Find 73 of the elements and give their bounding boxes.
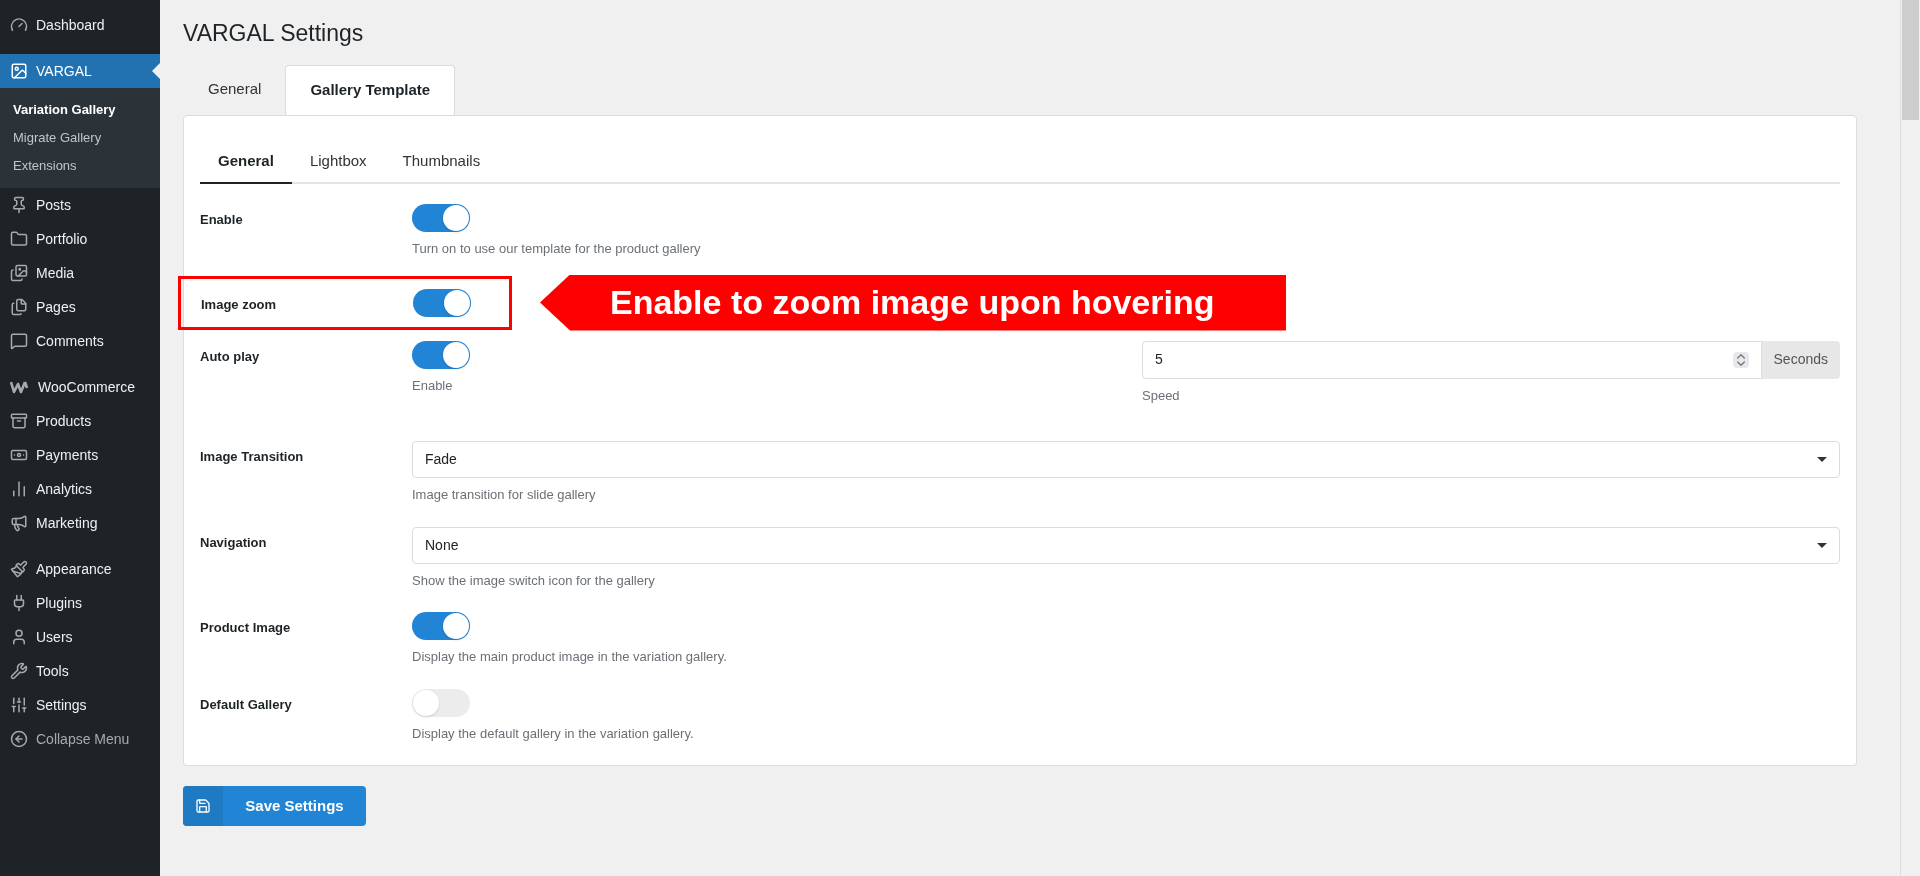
page-title: VARGAL Settings xyxy=(183,19,365,48)
save-button[interactable]: Save Settings xyxy=(183,786,366,826)
sliders-icon xyxy=(10,696,28,714)
sidebar-item[interactable]: Portfolio xyxy=(0,222,160,256)
submenu-item[interactable]: Migrate Gallery xyxy=(0,124,160,152)
setting-label: Default Gallery xyxy=(200,695,293,714)
dropdown-caret-icon xyxy=(1817,457,1827,462)
callout-text: Enable to zoom image upon hovering xyxy=(610,282,1215,323)
sidebar-item[interactable]: Appearance xyxy=(0,552,160,586)
archive-icon xyxy=(10,412,28,430)
dashboard-icon xyxy=(10,16,28,34)
setting-label: Image zoom xyxy=(201,295,278,314)
help-text: Turn on to use our template for the product gallery xyxy=(412,240,702,258)
pin-icon xyxy=(10,196,28,214)
bar-chart-icon xyxy=(10,480,28,498)
sidebar-item[interactable]: Users xyxy=(0,620,160,654)
image-icon xyxy=(10,62,28,80)
submenu-item[interactable]: Variation Gallery xyxy=(0,96,160,124)
select-field[interactable]: None xyxy=(412,526,1840,564)
number-input[interactable]: 5 xyxy=(1142,340,1762,379)
help-text: Display the main product image in the variation gallery. xyxy=(412,648,728,666)
sidebar-item[interactable]: Media xyxy=(0,256,160,290)
dropdown-caret-icon xyxy=(1817,542,1827,548)
subtab[interactable]: Lightbox xyxy=(291,149,385,184)
sidebar-item[interactable]: Marketing xyxy=(0,506,160,540)
sidebar-item[interactable]: Settings xyxy=(0,688,160,722)
toggle-switch[interactable] xyxy=(412,688,470,717)
subtab[interactable]: General xyxy=(200,149,292,184)
megaphone-icon xyxy=(10,514,28,532)
setting-label: Image Transition xyxy=(200,448,305,466)
tab[interactable]: Gallery Template xyxy=(285,64,456,115)
toggle-switch[interactable] xyxy=(412,340,470,369)
setting-label: Enable xyxy=(200,211,244,229)
unit-label: Seconds xyxy=(1761,340,1840,379)
toggle-switch[interactable] xyxy=(412,204,470,232)
pages-icon xyxy=(10,298,28,316)
brush-icon xyxy=(10,560,28,578)
comment-icon xyxy=(10,332,28,350)
toggle-switch[interactable] xyxy=(413,288,471,317)
sidebar-item[interactable]: VARGAL xyxy=(0,54,160,88)
setting-label: Auto play xyxy=(200,347,261,366)
folder-icon xyxy=(10,230,28,248)
sidebar-item[interactable]: Collapse Menu xyxy=(0,722,160,756)
user-icon xyxy=(10,628,28,646)
submenu-item[interactable]: Extensions xyxy=(0,152,160,180)
wrench-icon xyxy=(10,662,28,680)
logo-icon xyxy=(10,380,30,394)
sidebar-item[interactable]: Products xyxy=(0,404,160,438)
sidebar-item[interactable]: Plugins xyxy=(0,586,160,620)
spinner-icon xyxy=(1732,351,1749,368)
sidebar-item[interactable]: Comments xyxy=(0,324,160,358)
select-field[interactable]: Fade xyxy=(412,441,1840,478)
sidebar-item[interactable]: Posts xyxy=(0,188,160,222)
help-text: Speed xyxy=(1142,386,1181,405)
media-icon xyxy=(10,264,28,282)
help-text: Display the default gallery in the variation gallery. xyxy=(412,724,695,743)
help-text: Image transition for slide gallery xyxy=(412,486,597,504)
sidebar-item[interactable]: Tools xyxy=(0,654,160,688)
current-pointer-icon xyxy=(152,63,160,79)
save-icon xyxy=(195,798,211,814)
sidebar-item[interactable]: Dashboard xyxy=(0,8,160,42)
subtab[interactable]: Thumbnails xyxy=(384,149,499,184)
sidebar-item[interactable]: Pages xyxy=(0,290,160,324)
setting-label: Product Image xyxy=(200,619,292,637)
tab[interactable]: General xyxy=(184,64,286,115)
collapse-icon xyxy=(10,730,28,748)
setting-label: Navigation xyxy=(200,533,268,552)
sidebar-item[interactable]: Payments xyxy=(0,438,160,472)
help-text: Enable xyxy=(412,376,454,395)
toggle-switch[interactable] xyxy=(412,612,470,640)
sidebar-item[interactable]: WooCommerce xyxy=(0,370,160,404)
sidebar-item[interactable]: Analytics xyxy=(0,472,160,506)
help-text: Show the image switch icon for the gallery xyxy=(412,571,656,590)
